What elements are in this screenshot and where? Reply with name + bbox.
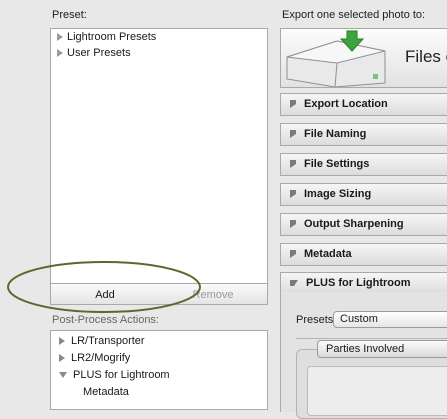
post-process-actions-label: Post-Process Actions: xyxy=(52,314,159,326)
section-label: Image Sizing xyxy=(304,188,372,200)
disclosure-triangle-expanded-icon[interactable] xyxy=(59,372,67,379)
remove-button[interactable]: Remove xyxy=(159,283,268,305)
presets-select-value: Custom xyxy=(340,313,378,325)
export-title: Export one selected photo to: xyxy=(282,9,426,21)
disclosure-triangle-icon[interactable] xyxy=(290,220,296,229)
ppa-item-label: LR/Transporter xyxy=(71,335,145,347)
divider xyxy=(296,338,447,339)
section-file-naming[interactable]: File Naming xyxy=(280,123,447,146)
presets-select[interactable]: Custom xyxy=(333,311,447,328)
disclosure-triangle-icon[interactable] xyxy=(290,250,296,259)
disclosure-triangle-icon[interactable] xyxy=(59,337,65,346)
ppa-item-label: Metadata xyxy=(83,386,129,398)
preset-list[interactable]: Lightroom Presets User Presets xyxy=(50,28,268,284)
presets-label: Presets: xyxy=(296,314,337,326)
tab-parties-involved[interactable]: Parties Involved xyxy=(317,340,447,358)
export-destination-banner: Files on xyxy=(280,28,447,88)
hard-drive-icon xyxy=(286,40,386,87)
section-label: File Settings xyxy=(304,158,370,170)
banner-title: Files on xyxy=(405,47,447,66)
section-export-location[interactable]: Export Location xyxy=(280,93,447,116)
disclosure-triangle-icon[interactable] xyxy=(57,49,63,58)
disclosure-triangle-expanded-icon[interactable] xyxy=(290,280,298,287)
tab-label: Parties Involved xyxy=(326,343,405,355)
section-label: Export Location xyxy=(304,98,388,110)
section-metadata[interactable]: Metadata xyxy=(280,243,447,266)
section-label: Output Sharpening xyxy=(304,218,404,230)
add-button[interactable]: Add xyxy=(50,283,160,305)
ppa-item-label: LR2/Mogrify xyxy=(71,352,131,364)
section-output-sharpening[interactable]: Output Sharpening xyxy=(280,213,447,236)
preset-folder-label: User Presets xyxy=(67,47,131,59)
ppa-item-label: PLUS for Lightroom xyxy=(73,369,170,381)
ppa-subitem-metadata[interactable]: Metadata ✔ xyxy=(51,384,316,401)
preset-folder-label: Lightroom Presets xyxy=(67,31,157,43)
disclosure-triangle-icon[interactable] xyxy=(290,160,296,169)
ppa-item-lr2-mogrify[interactable]: LR2/Mogrify xyxy=(51,350,267,367)
export-arrow-icon xyxy=(339,30,365,52)
preset-folder-lightroom[interactable]: Lightroom Presets xyxy=(51,29,267,45)
ppa-item-lr-transporter[interactable]: LR/Transporter xyxy=(51,333,267,350)
preset-label: Preset: xyxy=(52,9,87,21)
tab-inner-box xyxy=(307,366,447,416)
disclosure-triangle-icon[interactable] xyxy=(57,33,63,42)
section-label: PLUS for Lightroom xyxy=(306,277,411,289)
ppa-item-plus-for-lightroom[interactable]: PLUS for Lightroom xyxy=(51,367,267,384)
section-label: Metadata xyxy=(304,248,352,260)
disclosure-triangle-icon[interactable] xyxy=(59,354,65,363)
preset-folder-user[interactable]: User Presets xyxy=(51,45,267,61)
disclosure-triangle-icon[interactable] xyxy=(290,100,296,109)
section-label: File Naming xyxy=(304,128,367,140)
section-image-sizing[interactable]: Image Sizing xyxy=(280,183,447,206)
disclosure-triangle-icon[interactable] xyxy=(290,190,296,199)
post-process-actions-list[interactable]: LR/Transporter LR2/Mogrify PLUS for Ligh… xyxy=(50,330,316,410)
disclosure-triangle-icon[interactable] xyxy=(290,130,296,139)
section-file-settings[interactable]: File Settings xyxy=(280,153,447,176)
